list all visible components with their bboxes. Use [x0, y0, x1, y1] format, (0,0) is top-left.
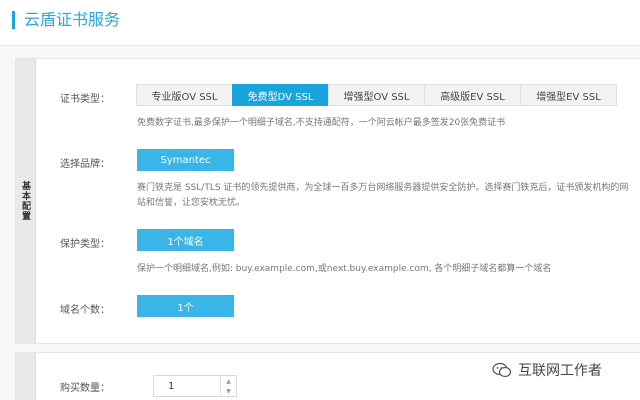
- page-title: 云盾证书服务: [24, 10, 121, 29]
- basic-config-section: 基本配置 证书类型： 专业版OV SSL 免费型DV SSL 增强型OV SSL…: [15, 58, 640, 344]
- side-label-text: 基本配置: [20, 181, 30, 221]
- domain-count-button[interactable]: 1个: [137, 295, 234, 317]
- tab-enhanced-ev-ssl[interactable]: 增强型EV SSL: [520, 84, 617, 106]
- quantity-stepper[interactable]: 1 ▲ ▼: [153, 375, 237, 397]
- cert-type-label: 证书类型：: [60, 94, 110, 105]
- increment-arrow-icon[interactable]: ▲: [221, 376, 236, 386]
- section-side-label-2: [16, 353, 36, 400]
- page-header: 云盾证书服务: [0, 0, 640, 46]
- quantity-input[interactable]: 1: [154, 376, 220, 396]
- cert-type-tabs: 专业版OV SSL 免费型DV SSL 增强型OV SSL 高级版EV SSL …: [136, 84, 617, 106]
- watermark-text: 互联网工作者: [518, 363, 602, 379]
- page: 云盾证书服务 基本配置 证书类型： 专业版OV SSL 免费型DV SSL 增强…: [0, 0, 640, 400]
- tab-pro-ov-ssl[interactable]: 专业版OV SSL: [136, 84, 233, 106]
- wechat-icon: [492, 362, 512, 378]
- domain-count-label: 域名个数：: [60, 305, 110, 316]
- stepper-arrows: ▲ ▼: [220, 376, 236, 396]
- cert-type-description: 免费数字证书,最多保护一个明细子域名,不支持通配符，一个阿云帐户最多签发20张免…: [137, 118, 506, 128]
- decrement-arrow-icon[interactable]: ▼: [221, 386, 236, 396]
- section-side-label: 基本配置: [16, 59, 36, 343]
- brand-symantec-button[interactable]: Symantec: [137, 149, 234, 171]
- protect-type-label: 保护类型：: [60, 239, 110, 250]
- tab-free-dv-ssl[interactable]: 免费型DV SSL: [232, 84, 329, 106]
- brand-description: 赛门铁克是 SSL/TLS 证书的领先提供商，为全球一百多万台网络服务器提供安全…: [137, 183, 629, 208]
- tab-enhanced-ov-ssl[interactable]: 增强型OV SSL: [328, 84, 425, 106]
- protect-one-domain-button[interactable]: 1个域名: [137, 229, 234, 251]
- brand-label: 选择品牌：: [60, 159, 110, 170]
- title-accent-bar: [12, 11, 15, 29]
- tab-advanced-ev-ssl[interactable]: 高级版EV SSL: [424, 84, 521, 106]
- watermark: 互联网工作者: [492, 359, 602, 381]
- protect-type-description: 保护一个明细域名,例如: buy.example.com,或next.buy.e…: [137, 264, 552, 274]
- quantity-label: 购买数量：: [60, 383, 110, 394]
